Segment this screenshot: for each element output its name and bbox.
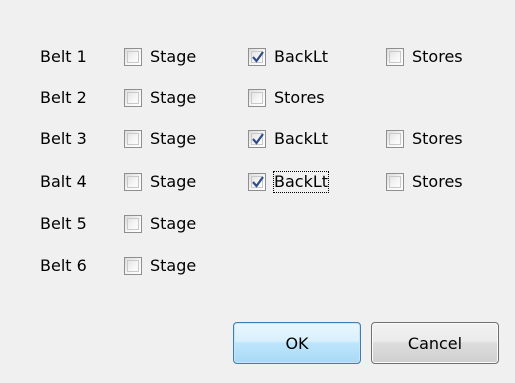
checkbox-box[interactable] (124, 48, 142, 66)
checkbox-label: Stage (150, 129, 197, 148)
checkbox-label: Stage (150, 172, 197, 191)
checkbox-box[interactable] (248, 89, 266, 107)
ok-button[interactable]: OK (233, 322, 361, 364)
checkbox-label: Stage (150, 214, 197, 233)
stores-checkbox[interactable]: Stores (248, 86, 325, 110)
checkbox-label: Stage (150, 88, 197, 107)
backlt-checkbox[interactable]: BackLt (248, 127, 328, 151)
checkbox-box[interactable] (386, 130, 404, 148)
backlt-checkbox[interactable]: BackLt (248, 170, 330, 194)
checkbox-box[interactable] (386, 173, 404, 191)
checkbox-box[interactable] (386, 48, 404, 66)
cancel-button[interactable]: Cancel (371, 322, 499, 364)
belt-options-dialog: Belt 1 Stage BackLt Stores Belt 2 Stage … (0, 0, 515, 383)
checkbox-label: Stores (412, 47, 463, 66)
stores-checkbox[interactable]: Stores (386, 170, 463, 194)
checkbox-box[interactable] (124, 173, 142, 191)
checkbox-box[interactable] (248, 130, 266, 148)
stage-checkbox[interactable]: Stage (124, 254, 196, 278)
checkbox-label: BackLt (274, 47, 329, 66)
stage-checkbox[interactable]: Stage (124, 45, 196, 69)
stage-checkbox[interactable]: Stage (124, 212, 196, 236)
checkbox-label: Stage (150, 47, 197, 66)
stage-checkbox[interactable]: Stage (124, 127, 196, 151)
belt-row: Belt 6 Stage (0, 254, 515, 278)
belt-row: Belt 1 Stage BackLt Stores (0, 45, 515, 69)
checkbox-box[interactable] (124, 257, 142, 275)
belt-label: Balt 4 (40, 172, 87, 191)
belt-row: Balt 4 Stage BackLt Stores (0, 170, 515, 194)
checkbox-box[interactable] (124, 89, 142, 107)
checkbox-box[interactable] (248, 48, 266, 66)
checkbox-box[interactable] (248, 173, 266, 191)
belt-label: Belt 3 (40, 129, 87, 148)
checkbox-label: BackLt (272, 171, 330, 193)
checkbox-box[interactable] (124, 130, 142, 148)
belt-label: Belt 6 (40, 256, 87, 275)
belt-label: Belt 2 (40, 88, 87, 107)
checkbox-label: Stores (274, 88, 325, 107)
stage-checkbox[interactable]: Stage (124, 170, 196, 194)
stores-checkbox[interactable]: Stores (386, 127, 463, 151)
belt-label: Belt 5 (40, 214, 87, 233)
check-mark-icon (252, 176, 264, 188)
checkbox-label: Stores (412, 129, 463, 148)
check-mark-icon (252, 51, 264, 63)
stage-checkbox[interactable]: Stage (124, 86, 196, 110)
belt-row: Belt 2 Stage Stores (0, 86, 515, 110)
belt-label: Belt 1 (40, 47, 87, 66)
stores-checkbox[interactable]: Stores (386, 45, 463, 69)
belt-row: Belt 5 Stage (0, 212, 515, 236)
checkbox-label: BackLt (274, 129, 329, 148)
backlt-checkbox[interactable]: BackLt (248, 45, 328, 69)
belt-row: Belt 3 Stage BackLt Stores (0, 127, 515, 151)
check-mark-icon (252, 133, 264, 145)
checkbox-label: Stage (150, 256, 197, 275)
checkbox-box[interactable] (124, 215, 142, 233)
checkbox-label: Stores (412, 172, 463, 191)
